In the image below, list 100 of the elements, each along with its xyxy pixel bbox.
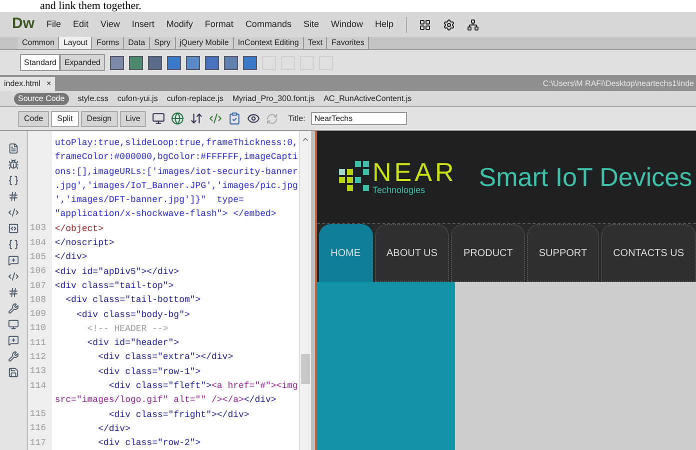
menu-item[interactable]: Edit — [73, 18, 89, 32]
line-number: 114 — [30, 380, 46, 391]
layout-icon[interactable] — [418, 18, 430, 30]
line-number: 104 — [30, 238, 46, 248]
view-button[interactable]: Split — [51, 110, 79, 126]
code-line: <div id="apDiv5"></div> — [54, 266, 180, 277]
code-line: .jpg','images/IoT_Banner.JPG','images/pic.jpg — [54, 180, 298, 191]
nav-item[interactable]: ABOUT US — [374, 224, 450, 282]
coding-tool-icon[interactable] — [8, 175, 19, 186]
toolbar-icon[interactable] — [204, 56, 218, 70]
code-line: <div class="body-bg"> — [75, 310, 190, 320]
menu-item[interactable]: Format — [204, 18, 234, 32]
related-file-link[interactable]: style.css — [78, 92, 108, 104]
line-number: 108 — [30, 294, 46, 305]
monitor-icon[interactable] — [152, 112, 166, 125]
toolbar-icon[interactable] — [166, 56, 180, 70]
coding-tool-icon[interactable] — [8, 207, 19, 218]
insert-tab[interactable]: InContext Editing — [234, 37, 304, 49]
menu-item[interactable]: Help — [374, 18, 394, 32]
insert-tab[interactable]: Forms — [92, 37, 124, 49]
related-file-link[interactable]: cufon-replace.js — [166, 92, 224, 104]
view-button[interactable]: Design — [80, 110, 118, 126]
code-line: <div class="extra"></div> — [97, 352, 234, 362]
coding-tool-icon[interactable] — [8, 223, 19, 234]
view-button[interactable]: Live — [120, 110, 146, 126]
code-line: <div class="tail-top"> — [54, 280, 174, 291]
menu-item[interactable]: File — [46, 18, 62, 32]
title-field[interactable]: NearTechs — [311, 112, 408, 125]
close-icon[interactable]: × — [46, 78, 52, 90]
menu-item[interactable]: Window — [330, 18, 363, 32]
coding-tool-icon[interactable] — [8, 287, 19, 298]
code-line: "application/x-shockwave-flash"> </embed> — [54, 209, 276, 220]
line-number: 106 — [30, 266, 46, 276]
coding-tool-icon[interactable] — [8, 303, 19, 314]
insert-tab[interactable]: jQuery Mobile — [176, 37, 234, 49]
coding-tool-icon[interactable] — [8, 351, 19, 362]
coding-tool-icon[interactable] — [8, 367, 19, 378]
insert-tab[interactable]: Text — [304, 37, 328, 49]
tagline: Smart IoT Devices — [478, 160, 692, 194]
preview-icon[interactable] — [247, 112, 260, 125]
coding-tool-icon[interactable] — [8, 319, 19, 330]
insert-tab[interactable]: Layout — [59, 37, 92, 49]
toolbar-icon[interactable] — [110, 56, 124, 70]
related-file-link[interactable]: Myriad_Pro_300.font.js — [232, 92, 315, 104]
nav-item[interactable]: CONTACTS US — [601, 224, 696, 282]
line-number: 113 — [30, 366, 46, 376]
app-logo: Dw — [12, 14, 34, 34]
insert-tab[interactable]: Data — [124, 37, 150, 49]
line-number: 107 — [30, 280, 46, 290]
coding-tool-icon[interactable] — [8, 271, 19, 282]
coding-tool-icon[interactable] — [8, 191, 19, 202]
coding-tool-icon[interactable] — [8, 335, 19, 346]
toolbar-icon[interactable] — [128, 56, 142, 70]
toolbar-icon[interactable] — [242, 56, 256, 70]
code-icon[interactable] — [209, 112, 222, 125]
view-button[interactable]: Code — [18, 110, 50, 126]
logo-text: NEAR — [372, 159, 457, 185]
line-number: 111 — [30, 338, 46, 348]
settings-icon[interactable] — [442, 18, 454, 30]
code-line: utoPlay:true,slideLoop:true,frameThickness:0, — [54, 138, 298, 148]
code-line: <!-- HEADER --> — [86, 324, 168, 334]
coding-tool-icon[interactable] — [8, 239, 19, 250]
menu-item[interactable]: Commands — [245, 18, 292, 32]
document-tab[interactable]: index.html × — [0, 77, 56, 91]
toolbar-icon[interactable] — [186, 56, 200, 70]
line-number: 110 — [30, 323, 46, 334]
line-number: 117 — [30, 438, 46, 448]
layout-mode-button[interactable]: Standard — [20, 54, 60, 71]
related-file-link[interactable]: cufon-yui.js — [117, 92, 158, 104]
globe-icon[interactable] — [171, 112, 184, 125]
coding-tool-icon[interactable] — [8, 143, 19, 154]
menu-item[interactable]: Site — [303, 18, 319, 32]
line-number: 105 — [30, 252, 46, 262]
code-line: src="images/logo.gif" alt="" /></a></div> — [54, 395, 276, 406]
arrows-icon[interactable] — [190, 112, 204, 125]
menu-item[interactable]: Insert — [132, 18, 154, 32]
code-line: ons:[],imageURLs:['images/iot-security-banner — [54, 166, 298, 177]
code-line: </div> — [97, 424, 130, 434]
related-file-link[interactable]: AC_RunActiveContent.js — [324, 92, 412, 104]
code-line: <div class="fright"></div> — [108, 410, 250, 420]
menu-item[interactable]: View — [100, 18, 120, 32]
coding-tool-icon[interactable] — [8, 159, 19, 170]
scroll-thumb[interactable] — [300, 354, 310, 384]
code-line: <div class="row-1"> — [97, 366, 201, 377]
code-line: <div class="tail-bottom"> — [64, 295, 201, 306]
insert-tab[interactable]: Favorites — [327, 37, 370, 49]
layout-mode-button[interactable]: Expanded — [60, 54, 104, 71]
check-icon[interactable] — [228, 112, 242, 125]
toolbar-icon[interactable] — [224, 56, 238, 70]
nav-item[interactable]: PRODUCT — [451, 224, 525, 282]
menu-item[interactable]: Modify — [166, 18, 193, 32]
nav-item[interactable]: SUPPORT — [526, 224, 600, 282]
network-icon[interactable] — [466, 18, 478, 30]
scroll-up-icon[interactable] — [300, 135, 310, 144]
insert-tab[interactable]: Common — [18, 37, 60, 49]
insert-tab[interactable]: Spry — [150, 37, 176, 49]
code-line: frameColor:#000000,bgColor:#FFFFFF,imageCapti — [54, 152, 298, 162]
toolbar-icon[interactable] — [148, 56, 162, 70]
coding-tool-icon[interactable] — [8, 255, 19, 266]
related-file-link[interactable]: Source Code — [14, 92, 69, 104]
